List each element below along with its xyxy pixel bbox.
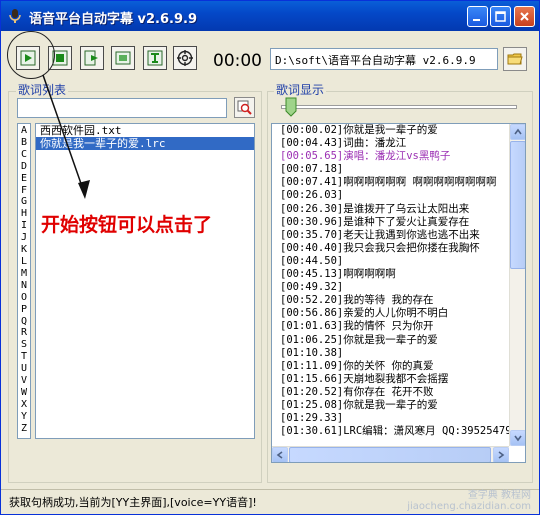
vertical-scroll-thumb[interactable]: [510, 141, 525, 269]
vertical-scrollbar[interactable]: [509, 124, 525, 446]
chevron-left-icon: [276, 451, 283, 459]
alpha-index-letter[interactable]: Q: [18, 316, 30, 328]
lyric-line: [00:49.32]: [280, 281, 344, 294]
alpha-index-letter[interactable]: B: [18, 137, 30, 149]
dock-button[interactable]: [111, 46, 135, 70]
alpha-index-letter[interactable]: R: [18, 327, 30, 339]
alpha-index-letter[interactable]: H: [18, 208, 30, 220]
lyric-line: [00:04.43]词曲：潘龙江: [280, 137, 407, 150]
status-text: 获取句柄成功,当前为[YY主界面],[voice=YY语音]!: [9, 496, 257, 509]
folder-icon: [507, 53, 523, 65]
lyric-line: [00:45.13]啊啊啊啊啊: [280, 268, 396, 281]
minimize-button[interactable]: [467, 6, 488, 27]
alpha-index-letter[interactable]: U: [18, 363, 30, 375]
lyric-line: [00:56.86]亲爱的人儿你明不明白: [280, 307, 449, 320]
alpha-index-letter[interactable]: I: [18, 220, 30, 232]
main-window: 语音平台自动字幕 v2.6.9.9 00:00 D:\soft\语音平台自动字幕…: [0, 0, 540, 515]
alpha-index-letter[interactable]: P: [18, 304, 30, 316]
lyric-line: [00:52.20]我的等待 我的存在: [280, 294, 434, 307]
alpha-index-letter[interactable]: K: [18, 244, 30, 256]
time-display: 00:00: [213, 51, 262, 71]
export-icon: [84, 50, 98, 66]
target-icon: [177, 50, 193, 66]
alpha-index-letter[interactable]: W: [18, 387, 30, 399]
search-icon: [237, 100, 252, 115]
lyric-line: [00:40.40]我只会我只会把你搂在我胸怀: [280, 241, 480, 254]
alpha-index-letter[interactable]: T: [18, 351, 30, 363]
window-icon: [115, 51, 131, 65]
alpha-index-letter[interactable]: G: [18, 196, 30, 208]
alphabet-index[interactable]: ABCDEFGHIJKLMNOPQRSTUVWXYZ: [17, 123, 31, 439]
alpha-index-letter[interactable]: V: [18, 375, 30, 387]
lyrics-display: [00:00.02]你就是我一辈子的爱 [00:04.43]词曲：潘龙江 [00:0…: [271, 123, 526, 463]
lyric-line: [00:07.41]啊啊啊啊啊啊 啊啊啊啊啊啊啊啊: [280, 176, 497, 189]
annotation-arrow: [42, 74, 90, 199]
lyric-line: [01:30.61]LRC编辑：潇风寒月 QQ:39525479: [280, 425, 509, 438]
alpha-index-letter[interactable]: C: [18, 149, 30, 161]
watermark-line-1: 查字典 教程网: [467, 490, 531, 501]
lyric-line: [01:25.08]你就是我一辈子的爱: [280, 398, 438, 411]
alpha-index-letter[interactable]: J: [18, 232, 30, 244]
browse-folder-button[interactable]: [503, 47, 527, 71]
lyric-line: [00:30.96]是谁种下了爱火让真爱存在: [280, 215, 470, 228]
lyrics-display-title: 歌词显示: [274, 81, 327, 98]
scroll-up-button[interactable]: [510, 124, 525, 140]
progress-slider[interactable]: [281, 105, 517, 109]
progress-slider-thumb[interactable]: [285, 97, 297, 117]
alpha-index-letter[interactable]: M: [18, 268, 30, 280]
lyric-line: [01:06.25]你就是我一辈子的爱: [280, 333, 438, 346]
alpha-index-letter[interactable]: L: [18, 256, 30, 268]
search-button[interactable]: [234, 97, 255, 118]
path-field[interactable]: D:\soft\语音平台自动字幕 v2.6.9.9: [270, 48, 498, 70]
alpha-index-letter[interactable]: S: [18, 339, 30, 351]
chevron-up-icon: [514, 128, 522, 135]
lyric-line: [00:44.50]: [280, 254, 344, 267]
alpha-index-letter[interactable]: Y: [18, 411, 30, 423]
alpha-index-letter[interactable]: X: [18, 399, 30, 411]
scroll-right-button[interactable]: [493, 447, 509, 462]
microphone-icon: [9, 9, 21, 23]
lyric-line: [00:05.65]演唱：潘龙江vs黑鸭子: [280, 150, 451, 163]
alpha-index-letter[interactable]: O: [18, 292, 30, 304]
alpha-index-letter[interactable]: F: [18, 185, 30, 197]
lyric-line: [01:01.63]我的情怀 只为你开: [280, 320, 434, 333]
window-title: 语音平台自动字幕 v2.6.9.9: [29, 12, 197, 27]
alpha-index-letter[interactable]: D: [18, 161, 30, 173]
lyrics-lines: [00:00.02]你就是我一辈子的爱 [00:04.43]词曲：潘龙江 [00:0…: [272, 124, 525, 438]
title-bar[interactable]: 语音平台自动字幕 v2.6.9.9: [1, 1, 539, 31]
lyric-line: [01:20.52]有你存在 花开不败: [280, 385, 434, 398]
horizontal-scrollbar[interactable]: [272, 446, 509, 462]
scroll-left-button[interactable]: [272, 447, 288, 462]
alpha-index-letter[interactable]: Z: [18, 423, 30, 435]
alpha-index-letter[interactable]: E: [18, 173, 30, 185]
subtitle-icon: [147, 50, 163, 66]
close-button[interactable]: [514, 6, 535, 27]
lyric-line: [01:15.66]天崩地裂我都不会摇摆: [280, 372, 449, 385]
lyric-line: [01:10.38]: [280, 346, 344, 359]
scroll-down-button[interactable]: [510, 430, 525, 446]
annotation-text: 开始按钮可以点击了: [41, 214, 213, 236]
maximize-button[interactable]: [490, 6, 511, 27]
chevron-right-icon: [498, 451, 505, 459]
chevron-down-icon: [514, 435, 522, 442]
horizontal-scroll-thumb[interactable]: [289, 447, 491, 462]
lyric-line: [00:26.30]是谁拨开了乌云让太阳出来: [280, 202, 470, 215]
target-button[interactable]: [173, 46, 197, 70]
watermark-line-2: jiaocheng.chazidian.com: [407, 501, 531, 512]
alpha-index-letter[interactable]: A: [18, 125, 30, 137]
annotation-circle: [7, 31, 55, 79]
lyric-line: [00:00.02]你就是我一辈子的爱: [280, 124, 438, 136]
lyric-line: [00:07.18]: [280, 163, 344, 176]
lyric-line: [00:26.03]: [280, 189, 344, 202]
subtitle-button[interactable]: [143, 46, 167, 70]
lyric-line: [01:29.33]: [280, 412, 344, 425]
watermark: 查字典 教程网 jiaocheng.chazidian.com: [407, 490, 531, 512]
lyric-line: [01:11.09]你的关怀 你的真爱: [280, 359, 434, 372]
alpha-index-letter[interactable]: N: [18, 280, 30, 292]
lyric-line: [00:35.70]老天让我遇到你逃也逃不出来: [280, 228, 480, 241]
next-button[interactable]: [80, 46, 104, 70]
